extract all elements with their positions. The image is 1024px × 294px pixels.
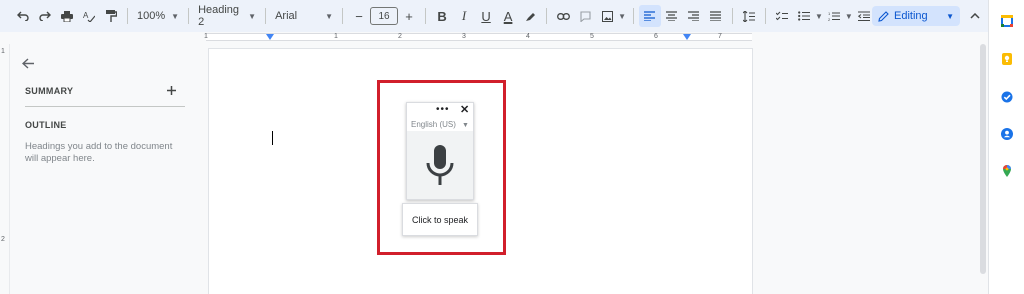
zoom-value: 100% xyxy=(137,10,166,22)
voice-typing-widget: ••• ✕ English (US) ▼ xyxy=(406,102,474,200)
ruler-number: 2 xyxy=(398,33,402,40)
chevron-down-icon: ▼ xyxy=(325,11,334,21)
chevron-down-icon: ▼ xyxy=(171,11,180,21)
toolbar-divider xyxy=(546,8,548,24)
pencil-icon xyxy=(878,10,889,22)
toolbar-divider xyxy=(425,8,427,24)
spellcheck-icon[interactable]: A xyxy=(78,5,100,27)
decrease-font-size-button[interactable]: − xyxy=(348,5,370,27)
calendar-icon[interactable] xyxy=(1001,14,1013,27)
chevron-down-icon: ▼ xyxy=(946,11,954,21)
svg-text:1: 1 xyxy=(828,11,831,16)
maps-icon[interactable] xyxy=(1001,164,1013,177)
ruler-number: 1 xyxy=(204,33,208,40)
toolbar-divider xyxy=(265,8,267,24)
comment-icon[interactable] xyxy=(574,5,596,27)
click-to-speak-tooltip: Click to speak xyxy=(402,203,478,236)
voice-typing-header: ••• ✕ xyxy=(407,103,473,117)
horizontal-ruler[interactable]: 1 1 2 3 4 5 6 7 xyxy=(0,32,988,42)
text-color-button[interactable]: A xyxy=(497,5,519,27)
side-panel xyxy=(988,0,1024,294)
toolbar: A 100% ▼ Heading 2 ▼ Arial ▼ − 16 + B I U A… xyxy=(0,0,988,32)
chevron-up-icon xyxy=(970,13,980,19)
svg-text:2: 2 xyxy=(828,17,831,21)
italic-button[interactable]: I xyxy=(453,5,475,27)
scrollbar[interactable] xyxy=(980,44,986,274)
highlight-pen-icon[interactable] xyxy=(519,5,541,27)
add-summary-icon[interactable] xyxy=(167,82,176,98)
outline-heading: OUTLINE xyxy=(25,120,67,130)
align-left-icon[interactable] xyxy=(638,5,661,27)
contacts-icon[interactable] xyxy=(1001,127,1013,140)
style-value: Heading 2 xyxy=(198,4,240,28)
microphone-button[interactable] xyxy=(407,131,473,199)
text-cursor xyxy=(272,131,273,145)
chevron-down-icon[interactable]: ▼ xyxy=(815,12,823,21)
chevron-down-icon[interactable]: ▼ xyxy=(618,12,626,21)
outline-hint: Headings you add to the document will ap… xyxy=(25,141,173,164)
back-arrow-icon[interactable] xyxy=(21,56,34,72)
link-icon[interactable] xyxy=(552,5,574,27)
style-select[interactable]: Heading 2 ▼ xyxy=(194,4,260,28)
more-options-icon[interactable]: ••• xyxy=(436,104,450,115)
chevron-down-icon: ▼ xyxy=(248,11,257,21)
toolbar-divider xyxy=(188,8,190,24)
ruler-number: 4 xyxy=(526,33,530,40)
justify-icon[interactable] xyxy=(705,5,727,27)
left-indent-marker[interactable] xyxy=(266,34,274,40)
chevron-down-icon[interactable]: ▼ xyxy=(845,12,853,21)
font-select[interactable]: Arial ▼ xyxy=(271,5,337,27)
toolbar-divider xyxy=(632,8,634,24)
align-center-icon[interactable] xyxy=(661,5,683,27)
insert-image-icon[interactable] xyxy=(596,5,618,27)
document-outline: SUMMARY OUTLINE Headings you add to the … xyxy=(12,44,192,294)
editing-mode-label: Editing xyxy=(894,10,928,22)
chevron-down-icon[interactable]: ▼ xyxy=(462,122,469,129)
svg-text:A: A xyxy=(83,11,89,20)
print-icon[interactable] xyxy=(56,5,78,27)
keep-icon[interactable] xyxy=(1001,52,1013,65)
numbered-list-icon[interactable]: 12 xyxy=(823,5,845,27)
ruler-number: 5 xyxy=(590,33,594,40)
ruler-number: 1 xyxy=(1,48,5,55)
right-indent-marker[interactable] xyxy=(683,34,691,40)
increase-font-size-button[interactable]: + xyxy=(398,5,420,27)
line-spacing-icon[interactable] xyxy=(738,5,760,27)
ruler-number: 7 xyxy=(718,33,722,40)
ruler-track: 1 1 2 3 4 5 6 7 xyxy=(204,33,752,41)
bulleted-list-icon[interactable] xyxy=(793,5,815,27)
vertical-ruler[interactable]: 1 2 xyxy=(0,44,10,294)
paint-format-icon[interactable] xyxy=(100,5,122,27)
outline-divider xyxy=(25,106,185,107)
tasks-icon[interactable] xyxy=(1001,90,1013,103)
editing-mode-button[interactable]: Editing ▼ xyxy=(872,6,960,26)
zoom-select[interactable]: 100% ▼ xyxy=(133,5,183,27)
hide-menus-button[interactable] xyxy=(966,6,984,26)
toolbar-divider xyxy=(764,8,766,24)
undo-icon[interactable] xyxy=(12,5,34,27)
ruler-number: 1 xyxy=(334,33,338,40)
checklist-icon[interactable] xyxy=(771,5,793,27)
font-value: Arial xyxy=(275,10,298,22)
ruler-number: 6 xyxy=(654,33,658,40)
font-size-input[interactable]: 16 xyxy=(370,7,399,25)
ruler-number: 3 xyxy=(462,33,466,40)
toolbar-divider xyxy=(342,8,344,24)
bold-button[interactable]: B xyxy=(431,5,453,27)
redo-icon[interactable] xyxy=(34,5,56,27)
ruler-number: 2 xyxy=(1,236,5,243)
toolbar-divider xyxy=(127,8,128,24)
align-right-icon[interactable] xyxy=(683,5,705,27)
toolbar-divider xyxy=(731,8,733,24)
microphone-icon xyxy=(426,145,454,185)
underline-button[interactable]: U xyxy=(475,5,497,27)
language-select[interactable]: English (US) xyxy=(411,120,456,129)
close-icon[interactable]: ✕ xyxy=(460,103,469,116)
summary-heading: SUMMARY xyxy=(25,86,74,96)
